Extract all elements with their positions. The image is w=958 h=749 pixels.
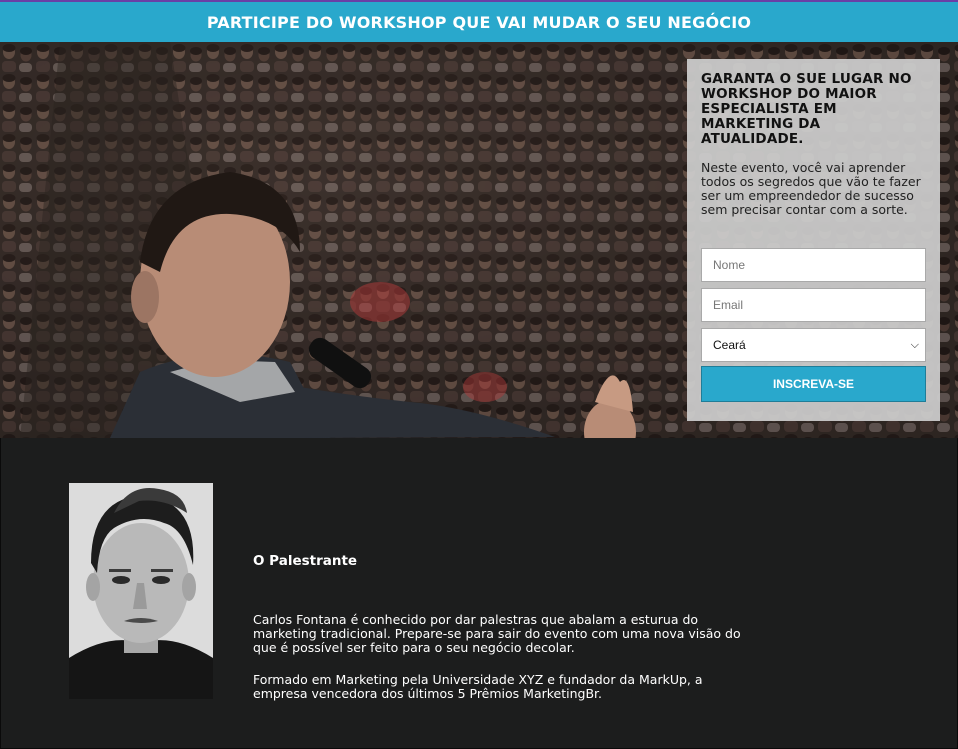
speaker-heading: O Palestrante (253, 553, 358, 569)
email-placeholder: Email (713, 298, 744, 312)
subscribe-button[interactable]: INSCREVA-SE (701, 366, 926, 402)
banner-title: PARTICIPE DO WORKSHOP QUE VAI MUDAR O SE… (206, 12, 752, 32)
subscribe-button-label: INSCREVA-SE (772, 377, 855, 391)
speaker-bio-paragraph-2: Formado em Marketing pela Universidade X… (253, 672, 703, 701)
state-select[interactable]: Ceará ⌵ (701, 328, 926, 362)
name-input[interactable]: Nome (701, 248, 926, 282)
signup-panel: GARANTA O SUE LUGAR NO WORKSHOP DO MAIOR… (687, 59, 940, 421)
top-banner: PARTICIPE DO WORKSHOP QUE VAI MUDAR O SE… (0, 0, 958, 42)
chevron-down-icon: ⌵ (910, 338, 919, 351)
signup-heading: GARANTA O SUE LUGAR NO WORKSHOP DO MAIOR… (701, 71, 912, 147)
speaker-bio-paragraph-1: Carlos Fontana é conhecido por dar pales… (253, 612, 741, 655)
speaker-photo (69, 483, 213, 699)
name-placeholder: Nome (713, 258, 746, 272)
state-selected-value: Ceará (713, 338, 746, 352)
signup-description: Neste evento, você vai aprender todos os… (701, 160, 921, 217)
email-input[interactable]: Email (701, 288, 926, 322)
